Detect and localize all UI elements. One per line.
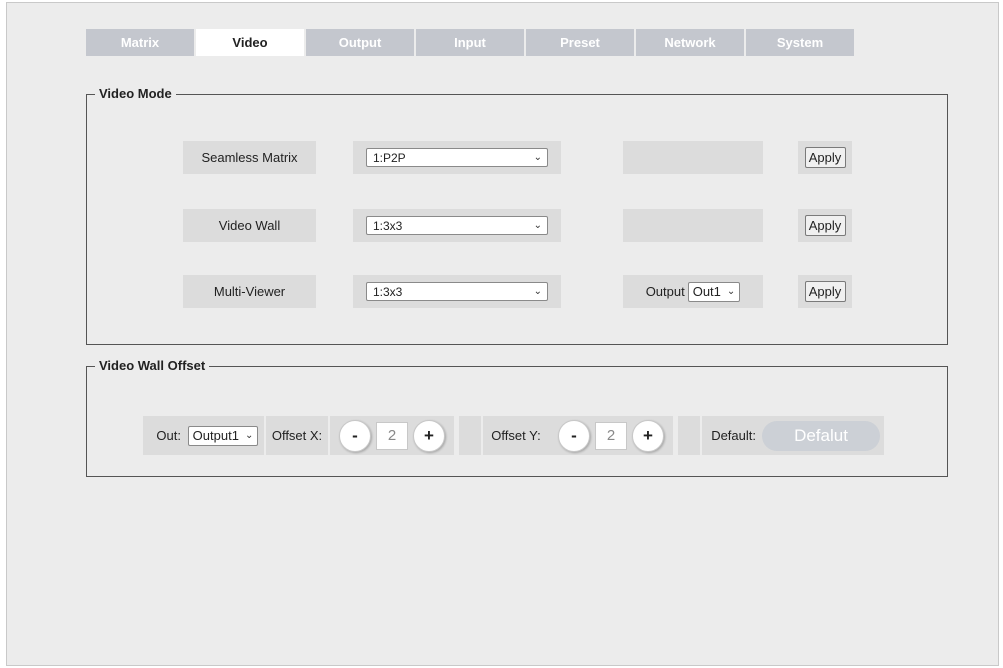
seamless-matrix-select-wrap: 1:P2P ⌄ [353,141,561,174]
video-wall-select-wrap: 1:3x3 ⌄ [353,209,561,242]
tab-network[interactable]: Network [636,29,744,56]
offset-y-plus-button[interactable]: + [632,419,664,452]
multi-viewer-select-wrap: 1:3x3 ⌄ [353,275,561,308]
default-label: Default: [702,416,758,455]
offset-x-label: Offset X: [266,416,328,455]
offset-x-minus-button[interactable]: - [339,419,371,452]
out-label: Out: [143,416,183,455]
chevron-down-icon: ⌄ [244,430,254,441]
offset-y-stepper: - 2 + [549,416,673,455]
spacer-cell [678,416,700,455]
video-mode-legend: Video Mode [95,86,176,102]
seamless-matrix-apply-button[interactable]: Apply [804,147,846,168]
spacer-cell [459,416,481,455]
chevron-down-icon: ⌄ [726,286,736,297]
chevron-down-icon: ⌄ [533,152,542,163]
video-wall-value: 1:3x3 [373,218,403,233]
tab-input[interactable]: Input [416,29,524,56]
video-wall-offset-legend: Video Wall Offset [95,358,210,374]
multi-viewer-output-label: Output [645,284,685,299]
offset-x-input[interactable]: 2 [376,421,408,450]
seamless-matrix-apply-wrap: Apply [798,141,852,174]
multi-viewer-output-value: Out1 [692,284,721,299]
default-button-cell: Defalut [758,416,884,455]
offset-x-stepper: - 2 + [330,416,454,455]
seamless-matrix-value: 1:P2P [373,150,406,165]
multi-viewer-output-cell: Output Out1 ⌄ [623,275,763,308]
tab-preset[interactable]: Preset [526,29,634,56]
offset-y-label: Offset Y: [483,416,549,455]
video-wall-offset-group: Video Wall Offset Out: Output1 ⌄ Offset … [86,358,948,477]
out-select[interactable]: Output1 ⌄ [187,425,259,446]
offset-y-minus-button[interactable]: - [558,419,590,452]
seamless-matrix-label: Seamless Matrix [183,141,316,174]
tab-matrix[interactable]: Matrix [86,29,194,56]
app-frame: Matrix Video Output Input Preset Network… [6,2,999,666]
video-mode-group: Video Mode Seamless Matrix 1:P2P ⌄ Apply… [86,86,948,345]
tab-output[interactable]: Output [306,29,414,56]
video-wall-extra [623,209,763,242]
multi-viewer-apply-button[interactable]: Apply [804,281,846,302]
default-button[interactable]: Defalut [762,420,880,451]
seamless-matrix-select[interactable]: 1:P2P ⌄ [366,148,548,167]
video-wall-apply-wrap: Apply [798,209,852,242]
multi-viewer-apply-wrap: Apply [798,275,852,308]
multi-viewer-value: 1:3x3 [373,284,403,299]
tab-video[interactable]: Video [196,29,304,56]
out-select-value: Output1 [192,428,239,443]
tab-bar: Matrix Video Output Input Preset Network… [86,29,856,56]
multi-viewer-label: Multi-Viewer [183,275,316,308]
chevron-down-icon: ⌄ [533,220,542,231]
out-select-cell: Output1 ⌄ [182,416,264,455]
video-wall-apply-button[interactable]: Apply [804,215,846,236]
seamless-matrix-extra [623,141,763,174]
offset-x-plus-button[interactable]: + [413,419,445,452]
video-wall-select[interactable]: 1:3x3 ⌄ [366,216,548,235]
offset-y-input[interactable]: 2 [595,421,627,450]
multi-viewer-output-select[interactable]: Out1 ⌄ [687,281,741,302]
chevron-down-icon: ⌄ [533,286,542,297]
video-wall-label: Video Wall [183,209,316,242]
tab-system[interactable]: System [746,29,854,56]
multi-viewer-select[interactable]: 1:3x3 ⌄ [366,282,548,301]
